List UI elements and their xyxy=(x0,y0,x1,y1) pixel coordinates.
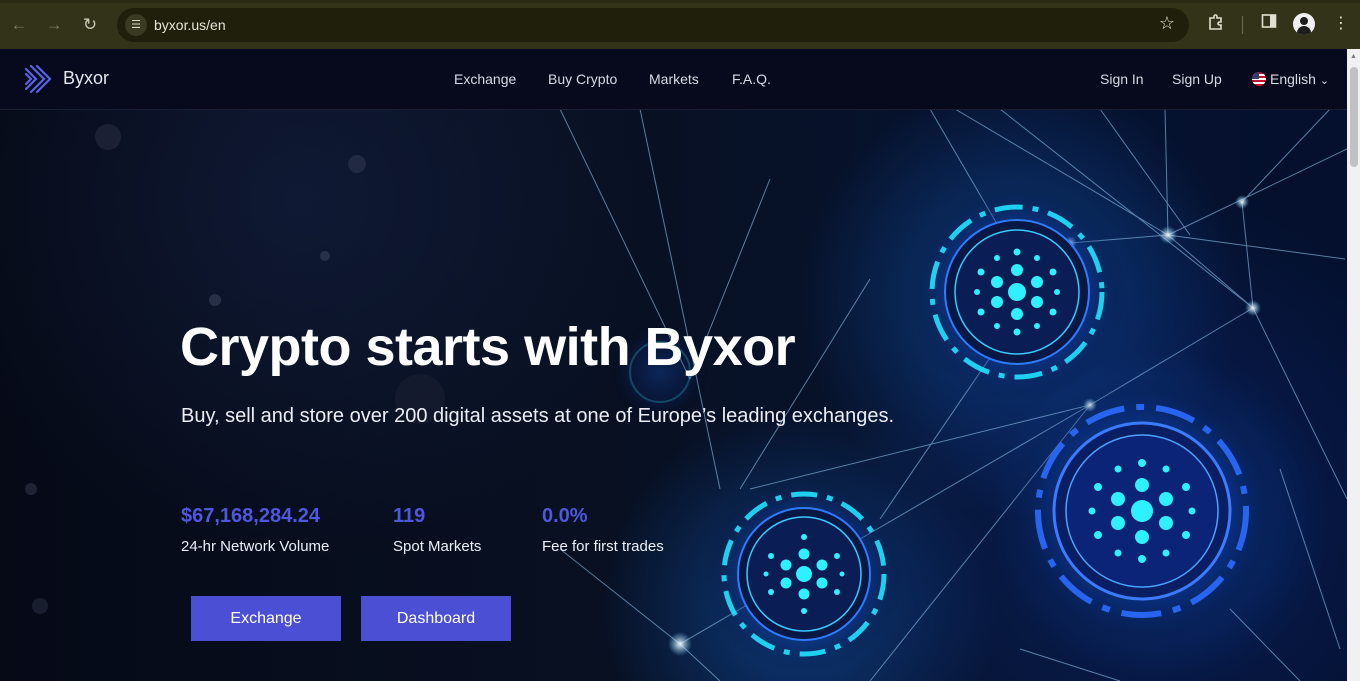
star-icon[interactable]: ☆ xyxy=(1159,13,1175,34)
site-settings-icon[interactable]: ☰ xyxy=(125,14,147,36)
profile-body xyxy=(1297,26,1311,35)
stat-label: Spot Markets xyxy=(393,538,482,555)
us-flag-icon xyxy=(1252,72,1266,86)
stat-value: $67,168,284.24 xyxy=(181,505,321,527)
nav-faq[interactable]: F.A.Q. xyxy=(732,71,771,87)
side-panel-icon[interactable] xyxy=(1258,13,1280,35)
scrollbar-thumb[interactable] xyxy=(1350,67,1358,167)
stat-value: 0.0% xyxy=(542,505,588,527)
stat-value: 119 xyxy=(393,505,426,527)
exchange-button[interactable]: Exchange xyxy=(191,596,341,641)
chevron-down-icon: ⌄ xyxy=(1319,75,1330,87)
puzzle-icon[interactable] xyxy=(1205,13,1227,35)
brand-name[interactable]: Byxor xyxy=(63,68,109,89)
sign-in-link[interactable]: Sign In xyxy=(1100,71,1144,87)
stat-label: 24-hr Network Volume xyxy=(181,538,330,555)
nav-markets[interactable]: Markets xyxy=(649,71,699,87)
page-scrollbar[interactable]: ▲ xyxy=(1347,49,1360,681)
profile-head xyxy=(1300,17,1308,25)
scroll-up-icon[interactable]: ▲ xyxy=(1350,53,1357,60)
coin-bottom xyxy=(704,474,904,674)
url-text[interactable]: byxor.us/en xyxy=(154,17,226,33)
profile-icon[interactable] xyxy=(1293,13,1315,35)
arrow-right-icon[interactable]: → xyxy=(41,12,67,38)
browser-toolbar: ← → ↻ ☰ byxor.us/en ☆ ⋮ xyxy=(0,0,1360,49)
stat-label: Fee for first trades xyxy=(542,538,664,555)
nav-exchange[interactable]: Exchange xyxy=(454,71,516,87)
dashboard-button[interactable]: Dashboard xyxy=(361,596,511,641)
coin-large xyxy=(1007,376,1277,646)
nav-buy-crypto[interactable]: Buy Crypto xyxy=(548,71,617,87)
byxor-logo-icon[interactable] xyxy=(22,63,54,95)
hero-subtitle: Buy, sell and store over 200 digital ass… xyxy=(181,405,895,427)
kebab-menu-icon[interactable]: ⋮ xyxy=(1330,13,1352,35)
reload-icon[interactable]: ↻ xyxy=(77,12,103,38)
site-header: Byxor Exchange Buy Crypto Markets F.A.Q.… xyxy=(0,49,1347,110)
language-label: English xyxy=(1270,71,1316,87)
web-page: Byxor Exchange Buy Crypto Markets F.A.Q.… xyxy=(0,49,1347,681)
toolbar-separator xyxy=(1242,16,1243,34)
tab-strip-edge xyxy=(0,0,1360,3)
address-bar[interactable]: ☰ byxor.us/en ☆ xyxy=(117,8,1189,42)
arrow-left-icon[interactable]: ← xyxy=(6,12,32,38)
hero-title: Crypto starts with Byxor xyxy=(180,317,796,377)
sign-up-link[interactable]: Sign Up xyxy=(1172,71,1222,87)
coin-top xyxy=(907,182,1127,402)
language-selector[interactable]: English ⌄ xyxy=(1252,71,1329,87)
